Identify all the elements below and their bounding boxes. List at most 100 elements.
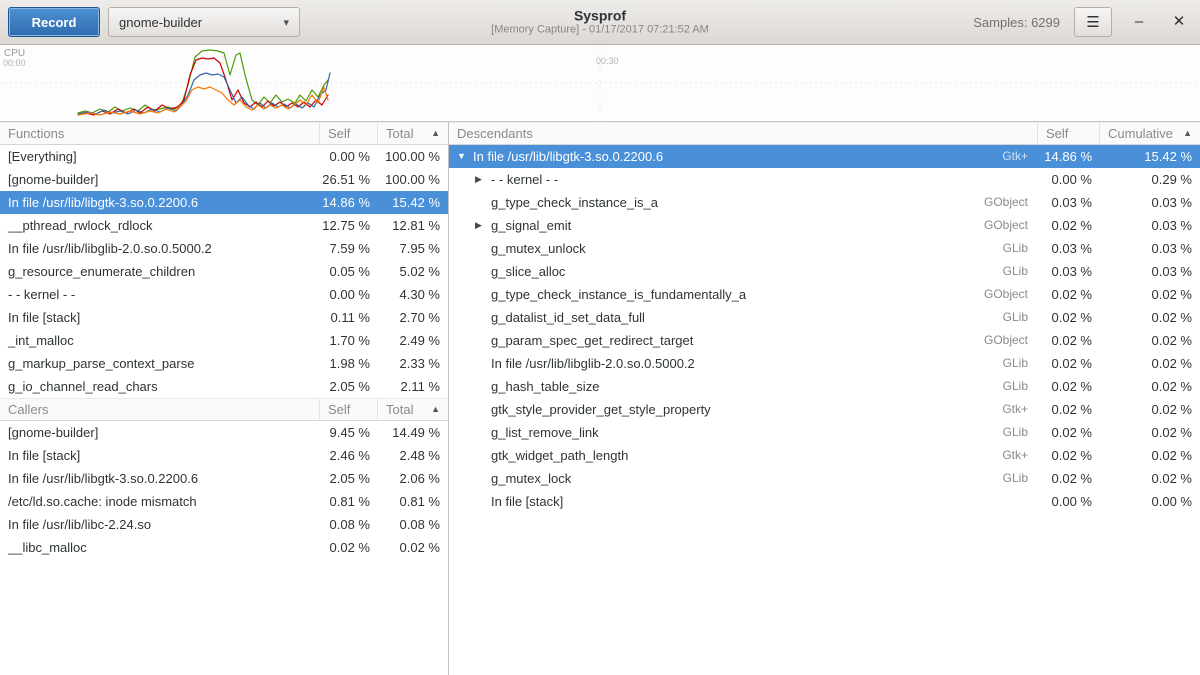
expand-arrow-icon[interactable]: ▶ (475, 214, 491, 237)
function-name: g_type_check_instance_is_fundamentally_a (491, 283, 746, 306)
total-percent: 2.70 % (378, 306, 448, 329)
descendant-name-cell: g_slice_alloc (449, 260, 958, 283)
process-selector-dropdown[interactable]: gnome-builder ▾ (108, 7, 300, 37)
record-button[interactable]: Record (8, 7, 100, 37)
close-button[interactable]: ✕ (1166, 9, 1192, 35)
column-header-descendants[interactable]: Descendants (449, 123, 1038, 144)
cumulative-percent: 0.02 % (1100, 352, 1200, 375)
expand-arrow-icon[interactable]: ▶ (475, 168, 491, 191)
table-row[interactable]: g_hash_table_sizeGLib0.02 %0.02 % (449, 375, 1200, 398)
function-name: g_signal_emit (491, 214, 571, 237)
column-header-callers[interactable]: Callers (0, 399, 320, 420)
cumulative-percent: 0.02 % (1100, 329, 1200, 352)
self-percent: 2.46 % (320, 444, 378, 467)
total-percent: 15.42 % (378, 191, 448, 214)
table-row[interactable]: In file /usr/lib/libgtk-3.so.0.2200.6 2.0… (0, 467, 448, 490)
table-row[interactable]: ▶- - kernel - -0.00 %0.29 % (449, 168, 1200, 191)
table-row[interactable]: ▶g_signal_emitGObject0.02 %0.03 % (449, 214, 1200, 237)
category-label: Gtk+ (958, 145, 1038, 168)
total-percent: 100.00 % (378, 145, 448, 168)
total-percent: 4.30 % (378, 283, 448, 306)
category-label: GObject (958, 191, 1038, 214)
column-header-cumulative[interactable]: ▲ Cumulative (1100, 123, 1200, 144)
total-percent: 12.81 % (378, 214, 448, 237)
self-percent: 1.98 % (320, 352, 378, 375)
self-percent: 0.02 % (1038, 214, 1100, 237)
category-label: GObject (958, 329, 1038, 352)
table-row[interactable]: g_resource_enumerate_children0.05 %5.02 … (0, 260, 448, 283)
descendant-name-cell: g_datalist_id_set_data_full (449, 306, 958, 329)
self-percent: 2.05 % (320, 375, 378, 398)
table-row[interactable]: g_markup_parse_context_parse1.98 %2.33 % (0, 352, 448, 375)
table-row[interactable]: g_param_spec_get_redirect_targetGObject0… (449, 329, 1200, 352)
descendant-name-cell: g_list_remove_link (449, 421, 958, 444)
table-row[interactable]: - - kernel - -0.00 %4.30 % (0, 283, 448, 306)
table-row[interactable]: In file /usr/lib/libglib-2.0.so.0.5000.2… (449, 352, 1200, 375)
function-name: g_slice_alloc (491, 260, 565, 283)
function-name: - - kernel - - (0, 283, 320, 306)
table-row[interactable]: g_slice_allocGLib0.03 %0.03 % (449, 260, 1200, 283)
function-name: [gnome-builder] (0, 421, 320, 444)
table-row[interactable]: [Everything]0.00 %100.00 % (0, 145, 448, 168)
self-percent: 0.02 % (1038, 352, 1100, 375)
table-row[interactable]: g_type_check_instance_is_fundamentally_a… (449, 283, 1200, 306)
table-row[interactable]: g_mutex_unlockGLib0.03 %0.03 % (449, 237, 1200, 260)
table-row[interactable]: In file [stack]2.46 %2.48 % (0, 444, 448, 467)
column-header-total[interactable]: ▲ Total (378, 399, 448, 420)
category-label: GLib (958, 260, 1038, 283)
minimize-icon: – (1135, 13, 1143, 30)
table-row[interactable]: gtk_widget_path_lengthGtk+0.02 %0.02 % (449, 444, 1200, 467)
table-row[interactable]: g_mutex_lockGLib0.02 %0.02 % (449, 467, 1200, 490)
table-row[interactable]: g_io_channel_read_chars2.05 %2.11 % (0, 375, 448, 398)
table-row[interactable]: [gnome-builder]9.45 %14.49 % (0, 421, 448, 444)
table-row[interactable]: In file /usr/lib/libgtk-3.so.0.2200.614.… (0, 191, 448, 214)
descendant-name-cell: g_mutex_unlock (449, 237, 958, 260)
table-row[interactable]: /etc/ld.so.cache: inode mismatch0.81 %0.… (0, 490, 448, 513)
table-row[interactable]: In file /usr/lib/libc-2.24.so0.08 %0.08 … (0, 513, 448, 536)
total-percent: 2.11 % (378, 375, 448, 398)
cumulative-percent: 0.02 % (1100, 283, 1200, 306)
menu-button[interactable]: ☰ (1074, 7, 1112, 37)
function-name: In file /usr/lib/libgtk-3.so.0.2200.6 (0, 467, 320, 490)
descendant-name-cell: g_hash_table_size (449, 375, 958, 398)
descendant-name-cell: g_type_check_instance_is_a (449, 191, 958, 214)
self-percent: 0.00 % (1038, 168, 1100, 191)
function-name: g_mutex_lock (491, 467, 571, 490)
descendant-name-cell: g_type_check_instance_is_fundamentally_a (449, 283, 958, 306)
column-header-functions[interactable]: Functions (0, 123, 320, 144)
table-row[interactable]: In file /usr/lib/libglib-2.0.so.0.5000.2… (0, 237, 448, 260)
table-row[interactable]: In file [stack]0.11 %2.70 % (0, 306, 448, 329)
table-row[interactable]: __pthread_rwlock_rdlock12.75 %12.81 % (0, 214, 448, 237)
self-percent: 0.03 % (1038, 260, 1100, 283)
capture-subtitle: [Memory Capture] - 01/17/2017 07:21:52 A… (491, 24, 709, 37)
self-percent: 0.02 % (1038, 444, 1100, 467)
self-percent: 14.86 % (320, 191, 378, 214)
minimize-button[interactable]: – (1126, 9, 1152, 35)
table-row[interactable]: In file [stack]0.00 %0.00 % (449, 490, 1200, 513)
column-header-self[interactable]: Self (320, 399, 378, 420)
table-row[interactable]: gtk_style_provider_get_style_propertyGtk… (449, 398, 1200, 421)
cumulative-percent: 0.02 % (1100, 398, 1200, 421)
column-header-self[interactable]: Self (320, 123, 378, 144)
table-row[interactable]: g_datalist_id_set_data_fullGLib0.02 %0.0… (449, 306, 1200, 329)
hamburger-icon: ☰ (1086, 13, 1099, 31)
cpu-usage-graph[interactable]: CPU 00:00 00:30 (0, 45, 1200, 122)
table-row[interactable]: g_type_check_instance_is_aGObject0.03 %0… (449, 191, 1200, 214)
total-percent: 2.06 % (378, 467, 448, 490)
total-percent: 0.08 % (378, 513, 448, 536)
self-percent: 9.45 % (320, 421, 378, 444)
column-header-self[interactable]: Self (1038, 123, 1100, 144)
function-name: g_mutex_unlock (491, 237, 586, 260)
table-row[interactable]: [gnome-builder]26.51 %100.00 % (0, 168, 448, 191)
column-header-total[interactable]: ▲ Total (378, 123, 448, 144)
descendant-name-cell: gtk_style_provider_get_style_property (449, 398, 958, 421)
table-row[interactable]: __libc_malloc0.02 %0.02 % (0, 536, 448, 559)
category-label (958, 490, 1038, 513)
table-row[interactable]: _int_malloc1.70 %2.49 % (0, 329, 448, 352)
category-label: GLib (958, 306, 1038, 329)
category-label: GLib (958, 467, 1038, 490)
table-row[interactable]: g_list_remove_linkGLib0.02 %0.02 % (449, 421, 1200, 444)
self-percent: 0.03 % (1038, 237, 1100, 260)
collapse-arrow-icon[interactable]: ▼ (457, 145, 473, 168)
table-row[interactable]: ▼In file /usr/lib/libgtk-3.so.0.2200.6Gt… (449, 145, 1200, 168)
